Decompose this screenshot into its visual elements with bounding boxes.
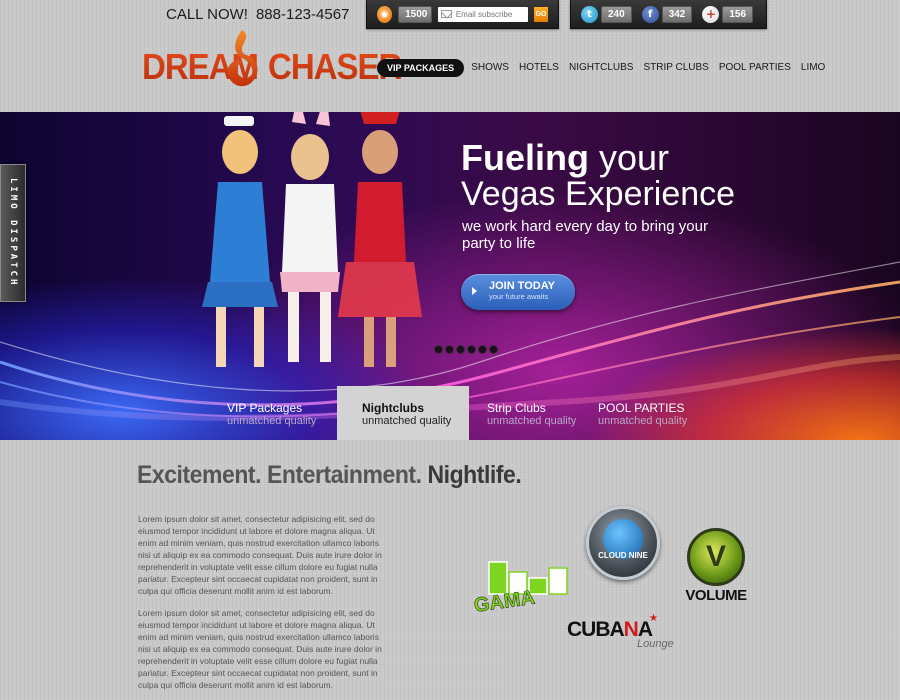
cubana-logo[interactable]: ★ CUBANA Lounge <box>567 613 689 650</box>
volume-label: VOLUME <box>685 587 747 604</box>
facebook-item[interactable]: f 342 <box>641 5 693 23</box>
slider-dot[interactable] <box>445 345 454 354</box>
nav-pool-parties[interactable]: POOL PARTIES <box>714 58 796 77</box>
tab-nightclubs[interactable]: Nightclubs unmatched quality <box>337 386 469 440</box>
go-button[interactable]: GO <box>533 6 548 22</box>
headline-bold: Nightlife. <box>427 461 522 489</box>
limo-dispatch-tab[interactable]: LIMO DISPATCH <box>0 164 26 302</box>
headline-text: Excitement. Entertainment. <box>137 461 428 489</box>
cloud-nine-logo[interactable]: CLOUD NINE <box>586 506 660 580</box>
tab-title: POOL PARTIES <box>598 401 685 415</box>
tab-title: Strip Clubs <box>487 401 546 415</box>
social-counts-panel: t 240 f 342 + 156 <box>570 0 767 29</box>
slider-dot[interactable] <box>456 345 465 354</box>
cubana-label-accent: N <box>623 618 639 641</box>
tab-vip-packages[interactable]: VIP Packages unmatched quality <box>227 386 316 440</box>
tab-title: Nightclubs <box>362 401 424 415</box>
nav-shows[interactable]: SHOWS <box>466 58 514 77</box>
call-now: CALL NOW! 888-123-4567 <box>166 6 349 23</box>
gama-label: GAMA <box>473 587 537 617</box>
gama-logo-mark: GAMA <box>472 561 568 617</box>
join-today-sublabel: your future awaits <box>489 292 549 301</box>
main-nav: VIP PACKAGES SHOWS HOTELS NIGHTCLUBS STR… <box>377 58 830 77</box>
hero-models-image <box>202 112 422 367</box>
hero-title-rest: your <box>589 137 670 178</box>
nav-hotels[interactable]: HOTELS <box>514 58 564 77</box>
hero-title: Fueling your Vegas Experience <box>461 137 736 213</box>
facebook-icon[interactable]: f <box>641 5 659 23</box>
rss-count: 1500 <box>398 5 432 23</box>
nav-strip-clubs[interactable]: STRIP CLUBS <box>638 58 713 77</box>
volume-emblem: V <box>687 528 745 586</box>
cubana-sublabel: Lounge <box>637 638 674 650</box>
plus-icon[interactable]: + <box>702 5 720 23</box>
hero-title-bold: Fueling <box>461 137 589 178</box>
googleplus-count: 156 <box>722 5 754 23</box>
facebook-count: 342 <box>661 5 693 23</box>
volume-logo[interactable]: V VOLUME <box>683 528 749 608</box>
tab-strip-clubs[interactable]: Strip Clubs unmatched quality <box>487 386 576 440</box>
twitter-icon[interactable]: t <box>581 5 598 23</box>
body-paragraph-2: Lorem ipsum dolor sit amet, consectetur … <box>138 608 382 690</box>
call-now-label: CALL NOW! <box>166 6 248 23</box>
join-today-button[interactable]: JOIN TODAY your future awaits <box>461 274 575 310</box>
flame-icon <box>227 30 258 87</box>
slider-dot[interactable] <box>434 345 443 354</box>
googleplus-item[interactable]: + 156 <box>702 5 754 23</box>
logo[interactable]: DREAM CHASER <box>142 28 402 90</box>
join-today-label: JOIN TODAY <box>489 280 556 292</box>
hero-slider: Fueling your Vegas Experience we work ha… <box>0 112 900 440</box>
hero-title-line2: Vegas Experience <box>461 175 736 213</box>
email-subscribe <box>437 6 528 22</box>
tab-title: VIP Packages <box>227 401 303 415</box>
limo-dispatch-label: LIMO DISPATCH <box>8 178 18 288</box>
cloud-nine-label: CLOUD NINE <box>598 551 648 560</box>
tab-subtitle: unmatched quality <box>227 415 317 427</box>
tab-subtitle: unmatched quality <box>598 415 688 427</box>
gama-logo[interactable]: GAMA <box>471 556 577 620</box>
nav-limo[interactable]: LIMO <box>796 58 830 77</box>
slider-dots <box>434 345 498 354</box>
tab-pool-parties[interactable]: POOL PARTIES unmatched quality <box>598 386 687 440</box>
tab-subtitle: unmatched quality <box>487 415 577 427</box>
hero-tabs: VIP Packages unmatched quality Nightclub… <box>0 386 900 440</box>
nav-vip-packages[interactable]: VIP PACKAGES <box>377 58 465 77</box>
nav-nightclubs[interactable]: NIGHTCLUBS <box>564 58 638 77</box>
cubana-label-part: CUBA <box>567 618 625 641</box>
twitter-count: 240 <box>601 5 632 23</box>
body-paragraph-1: Lorem ipsum dolor sit amet, consectetur … <box>138 514 382 596</box>
hero-subtitle: we work hard every day to bring your par… <box>462 218 708 252</box>
phone-number[interactable]: 888-123-4567 <box>256 6 349 23</box>
subscribe-panel: ◉ 1500 GO <box>366 0 559 29</box>
section-headline: Excitement. Entertainment. Nightlife. <box>137 461 522 490</box>
rss-icon[interactable]: ◉ <box>377 5 393 23</box>
slider-dot[interactable] <box>489 345 498 354</box>
star-icon: ★ <box>649 613 658 624</box>
twitter-item[interactable]: t 240 <box>581 5 632 23</box>
play-arrow-icon <box>472 287 477 295</box>
email-subscribe-input[interactable] <box>455 9 528 19</box>
tab-subtitle: unmatched quality <box>362 415 452 427</box>
slider-dot[interactable] <box>478 345 487 354</box>
mail-icon <box>440 10 452 18</box>
slider-dot[interactable] <box>467 345 476 354</box>
